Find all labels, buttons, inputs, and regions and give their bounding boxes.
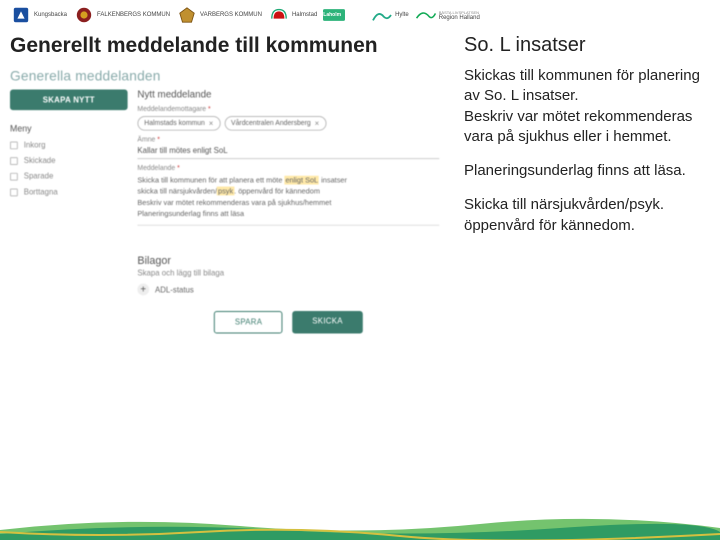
logo-varberg: VARBERGS KOMMUN — [176, 6, 262, 24]
plus-icon: + — [137, 284, 149, 296]
save-button[interactable]: SPARA — [214, 311, 283, 334]
chip-remove-icon[interactable]: × — [209, 119, 214, 128]
chip-remove-icon[interactable]: × — [315, 119, 320, 128]
sidebar: SKAPA NYTT Meny Inkorg Skickade Sparade … — [10, 90, 128, 334]
explanation-text: Skickas till kommunen för planering av S… — [458, 66, 710, 339]
logo-falkenberg: FALKENBERGS KOMMUN — [73, 6, 170, 24]
menu-item-sent[interactable]: Skickade — [10, 156, 128, 165]
menu-item-label: Sparade — [24, 172, 54, 181]
logo-text: Halmstad — [292, 12, 317, 18]
chip-label: Vårdcentralen Andersberg — [231, 120, 311, 127]
logo-text: Laholm — [323, 12, 341, 18]
logo-hylte: Hylte — [371, 6, 409, 24]
logo-region: BÄSTA LIVSPLATSEN Region Halland — [415, 6, 480, 24]
logo-text: Hylte — [395, 12, 409, 18]
message-textarea[interactable]: Skicka till kommunen för att planera ett… — [137, 172, 439, 226]
chip-halmstad[interactable]: Halmstads kommun × — [137, 116, 220, 131]
logo-bar: Kungsbacka FALKENBERGS KOMMUN VARBERGS K… — [0, 0, 720, 28]
page-title-left: Generellt meddelande till kommunen — [10, 34, 458, 58]
page-title-right: So. L insatser — [458, 34, 710, 58]
create-new-button[interactable]: SKAPA NYTT — [10, 90, 128, 111]
main-panel: Nytt meddelande Meddelandemottagare * Ha… — [137, 90, 449, 334]
menu-item-label: Borttagna — [24, 188, 58, 197]
section-heading: Nytt meddelande — [137, 90, 439, 101]
paragraph-3: Skicka till närsjukvården/psyk. öppenvår… — [464, 195, 710, 236]
sent-icon — [10, 157, 18, 165]
logo-text: VARBERGS KOMMUN — [200, 12, 262, 18]
attachment-row[interactable]: + ADL-status — [137, 284, 439, 296]
app-screenshot: Generella meddelanden SKAPA NYTT Meny In… — [10, 66, 449, 334]
title-row: Generellt meddelande till kommunen So. L… — [0, 28, 720, 66]
menu-item-inbox[interactable]: Inkorg — [10, 140, 128, 149]
attachments-title: Bilagor — [137, 255, 439, 267]
chip-label: Halmstads kommun — [144, 120, 205, 127]
footer-wave — [0, 512, 720, 540]
menu-item-saved[interactable]: Sparade — [10, 172, 128, 181]
attachment-label: ADL-status — [155, 285, 194, 294]
recipients-label: Meddelandemottagare * — [137, 106, 439, 113]
saved-icon — [10, 172, 18, 180]
subject-label: Ämne * — [137, 137, 439, 144]
logo-laholm: Laholm — [323, 6, 365, 24]
menu-item-label: Inkorg — [24, 140, 46, 149]
inbox-icon — [10, 141, 18, 149]
chip-andersberg[interactable]: Vårdcentralen Andersberg × — [224, 116, 326, 131]
logo-text: FALKENBERGS KOMMUN — [97, 12, 170, 18]
logo-halmstad: Halmstad — [268, 6, 317, 24]
menu-item-trash[interactable]: Borttagna — [10, 188, 128, 197]
logo-kungsbacka: Kungsbacka — [10, 6, 67, 24]
recipient-chips: Halmstads kommun × Vårdcentralen Andersbe… — [137, 116, 439, 131]
app-header: Generella meddelanden — [10, 66, 449, 90]
paragraph-2: Planeringsunderlag finns att läsa. — [464, 161, 710, 181]
menu-label: Meny — [10, 124, 128, 134]
button-row: SPARA SKICKA — [137, 311, 439, 334]
attachments-sub: Skapa och lägg till bilaga — [137, 269, 439, 278]
menu-item-label: Skickade — [24, 156, 56, 165]
subject-input[interactable]: Kallar till mötes enligt SoL — [137, 143, 439, 159]
send-button[interactable]: SKICKA — [293, 311, 363, 334]
logo-text: Kungsbacka — [34, 12, 67, 18]
attachments-section: Bilagor Skapa och lägg till bilaga + ADL… — [137, 255, 439, 295]
message-label: Meddelande * — [137, 165, 439, 172]
trash-icon — [10, 188, 18, 196]
paragraph-1: Skickas till kommunen för planering av S… — [464, 66, 710, 147]
logo-text: Region Halland — [439, 15, 480, 21]
